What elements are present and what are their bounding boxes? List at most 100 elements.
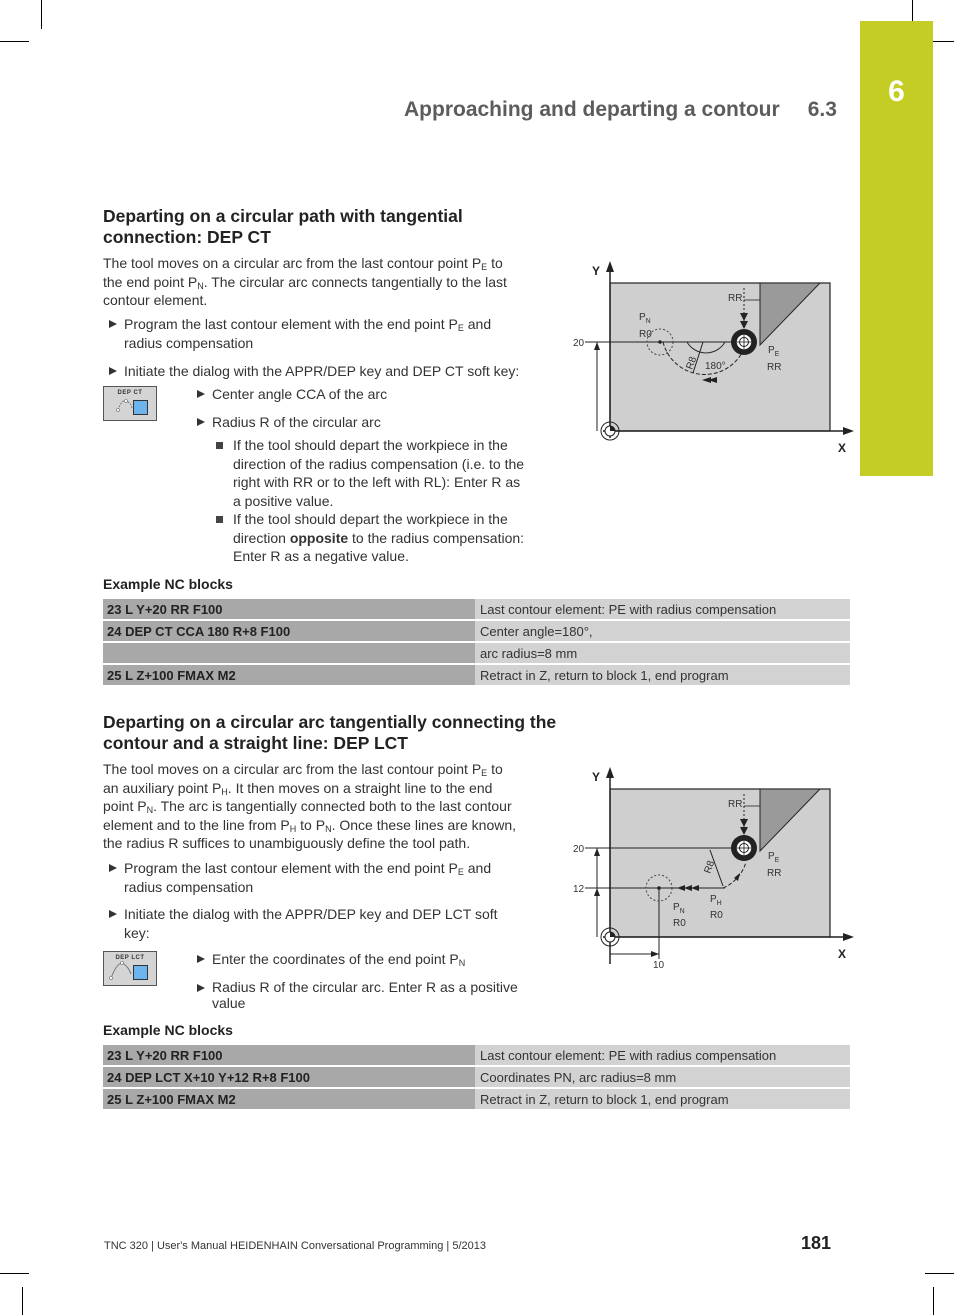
substep-item: Enter the coordinates of the end point P… bbox=[197, 950, 547, 969]
axis-label-y: Y bbox=[592, 264, 600, 278]
text: . The arc is tangentially connected both… bbox=[153, 798, 512, 814]
nc-description: arc radius=8 mm bbox=[475, 643, 850, 663]
nc-description: Last contour element: PE with radius com… bbox=[475, 599, 850, 619]
text: to P bbox=[296, 816, 326, 833]
dim-arrow bbox=[594, 848, 600, 856]
running-header: Approaching and departing a contour 6.3 bbox=[404, 98, 837, 122]
nc-code bbox=[103, 643, 475, 663]
example-caption: Example NC blocks bbox=[103, 576, 233, 592]
crop-mark bbox=[912, 0, 913, 21]
label-angle: 180° bbox=[705, 361, 726, 372]
substep-item: Radius R of the circular arc bbox=[197, 413, 547, 432]
table-row: 25 L Z+100 FMAX M2 Retract in Z, return t… bbox=[103, 1089, 850, 1109]
text: Program the last contour element with th… bbox=[124, 316, 458, 332]
text: . The circular arc connects tangentially… bbox=[203, 273, 507, 290]
nc-description: Last contour element: PE with radius com… bbox=[475, 1045, 850, 1065]
pn-center bbox=[657, 886, 661, 890]
step-text: Initiate the dialog with the APPR/DEP ke… bbox=[124, 363, 520, 379]
text: . Once these lines are known, bbox=[331, 816, 517, 833]
text: If the tool should depart the workpiece … bbox=[233, 511, 508, 527]
substep-item: Radius R of the circular arc. Enter R as… bbox=[197, 979, 547, 1011]
label-ph-r0: R0 bbox=[710, 910, 723, 921]
text: the radius R suffices to unambiguously d… bbox=[103, 835, 471, 851]
step-text: Program the last contour element with th… bbox=[109, 859, 549, 896]
pn-center bbox=[658, 340, 662, 344]
axis-label-x: X bbox=[838, 947, 846, 961]
note-text: If the tool should depart the workpiece … bbox=[216, 510, 556, 566]
square-bullet-icon bbox=[216, 516, 223, 523]
nc-code: 24 DEP CT CCA 180 R+8 F100 bbox=[103, 621, 475, 641]
text: point P bbox=[103, 798, 147, 814]
label-pe-rr: RR bbox=[767, 868, 781, 879]
label-rr: RR bbox=[728, 799, 742, 810]
footer-text: TNC 320 | User's Manual HEIDENHAIN Conve… bbox=[104, 1240, 486, 1252]
triangle-bullet-icon bbox=[197, 955, 205, 963]
y-tick-20: 20 bbox=[573, 338, 585, 349]
nc-blocks-table: 23 L Y+20 RR F100 Last contour element: P… bbox=[103, 597, 850, 687]
workpiece-icon bbox=[133, 400, 148, 415]
substep-text: Center angle CCA of the arc bbox=[212, 386, 388, 402]
square-bullet-icon bbox=[216, 442, 223, 449]
axis-label-y: Y bbox=[592, 770, 600, 784]
x-tick-10: 10 bbox=[653, 960, 665, 971]
table-row: 23 L Y+20 RR F100 Last contour element: P… bbox=[103, 1045, 850, 1065]
axis-label-x: X bbox=[838, 441, 846, 455]
nc-code: 23 L Y+20 RR F100 bbox=[103, 599, 475, 619]
substep-text: Enter the coordinates of the end point P… bbox=[197, 950, 547, 969]
text: . It then moves on a straight line to th… bbox=[227, 779, 493, 796]
y-axis-arrow bbox=[606, 261, 614, 272]
page-number: 181 bbox=[801, 1233, 832, 1253]
running-title: Approaching and departing a contour bbox=[404, 98, 780, 121]
text: and bbox=[463, 316, 492, 332]
nc-code: 25 L Z+100 FMAX M2 bbox=[103, 1089, 475, 1109]
emphasis: opposite bbox=[289, 529, 349, 546]
chapter-number: 6 bbox=[888, 75, 905, 108]
text: The tool moves on a circular arc from th… bbox=[103, 255, 482, 271]
title-line: connection: DEP CT bbox=[103, 227, 271, 247]
section2-title: Departing on a circular arc tangentially… bbox=[103, 712, 556, 754]
note-item: If the tool should depart the workpiece … bbox=[216, 436, 556, 510]
workpiece-icon bbox=[133, 965, 148, 980]
nc-description: Center angle=180°, bbox=[475, 621, 850, 641]
note-item: If the tool should depart the workpiece … bbox=[216, 510, 556, 566]
title-line: Departing on a circular path with tangen… bbox=[103, 206, 463, 226]
text: Program the last contour element with th… bbox=[124, 860, 458, 876]
crop-mark bbox=[0, 41, 29, 42]
crop-mark bbox=[0, 1273, 29, 1274]
text: value bbox=[212, 995, 246, 1011]
nc-code: 23 L Y+20 RR F100 bbox=[103, 1045, 475, 1065]
triangle-bullet-icon bbox=[197, 418, 205, 426]
crop-mark bbox=[22, 1287, 23, 1315]
crop-mark bbox=[933, 1287, 934, 1315]
y-axis-arrow bbox=[606, 767, 614, 778]
substep-text: Radius R of the circular arc. Enter R as… bbox=[197, 979, 547, 1011]
example-caption: Example NC blocks bbox=[103, 1022, 233, 1038]
label-pn-r0: R0 bbox=[639, 329, 652, 340]
text: Enter the coordinates of the end point P bbox=[212, 951, 459, 967]
crop-mark bbox=[41, 0, 42, 29]
text: an auxiliary point P bbox=[103, 779, 222, 796]
label-pe-rr: RR bbox=[767, 362, 781, 373]
dim-arrow bbox=[594, 888, 600, 896]
dep-ct-softkey[interactable]: DEP CT bbox=[103, 386, 157, 421]
text: a positive value. bbox=[233, 492, 334, 509]
dep-ct-diagram: Y X 20 RR PN R0 PE RR R8 180° bbox=[573, 261, 854, 455]
y-tick-20: 20 bbox=[573, 844, 585, 855]
text: direction bbox=[233, 529, 290, 546]
dep-ct-softkey-icon bbox=[116, 399, 133, 412]
step-text: Program the last contour element with th… bbox=[109, 315, 549, 352]
table-row: arc radius=8 mm bbox=[103, 643, 850, 663]
section2-intro: The tool moves on a circular arc from th… bbox=[103, 760, 553, 853]
text: radius compensation bbox=[124, 334, 254, 351]
text: right with RR or to the left with RL): E… bbox=[233, 474, 521, 490]
table-row: 23 L Y+20 RR F100 Last contour element: P… bbox=[103, 599, 850, 619]
dep-lct-softkey[interactable]: DEP LCT bbox=[103, 951, 157, 986]
nc-code: 25 L Z+100 FMAX M2 bbox=[103, 665, 475, 685]
substep-item: Center angle CCA of the arc bbox=[197, 385, 547, 404]
label-pn-r0: R0 bbox=[673, 918, 686, 929]
nc-code: 24 DEP LCT X+10 Y+12 R+8 F100 bbox=[103, 1067, 475, 1087]
table-row: 24 DEP CT CCA 180 R+8 F100 Center angle=1… bbox=[103, 621, 850, 641]
text: to bbox=[487, 761, 503, 777]
text: If the tool should depart the workpiece … bbox=[233, 437, 508, 453]
dim-arrow bbox=[594, 342, 600, 350]
